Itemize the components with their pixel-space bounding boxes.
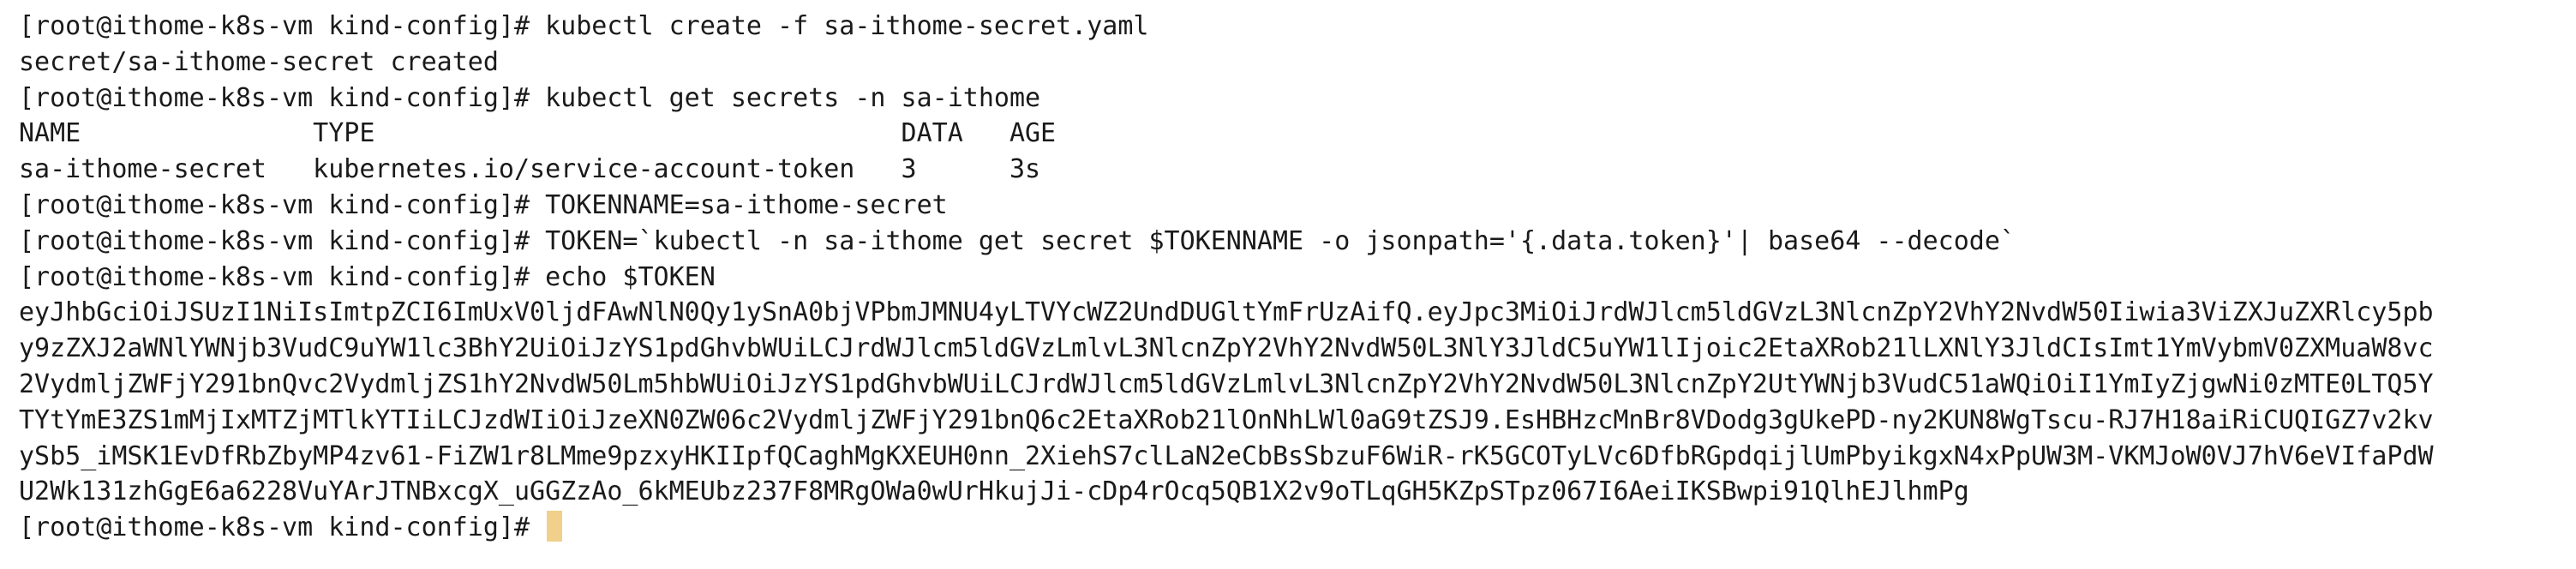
command-text: kubectl create -f sa-ithome-secret.yaml: [545, 11, 1149, 41]
token-output-line-2: y9zZXJ2aWNlYWNjb3VudC9uYW1lc3BhY2UiOiJzY…: [19, 331, 2576, 367]
command-text: echo $TOKEN: [545, 261, 716, 292]
shell-prompt: [root@ithome-k8s-vm kind-config]#: [19, 189, 546, 220]
command-line-tokenname: [root@ithome-k8s-vm kind-config]# TOKENN…: [19, 188, 2576, 224]
token-output-line-6: U2Wk131zhGgE6a6228VuYArJTNBxcgX_uGGZzAo_…: [19, 474, 2576, 510]
token-output-line-4: TYtYmE3ZS1mMjIxMTZjMTlkYTIiLCJzdWIiOiJze…: [19, 403, 2576, 439]
command-line-echo: [root@ithome-k8s-vm kind-config]# echo $…: [19, 260, 2576, 296]
shell-prompt: [root@ithome-k8s-vm kind-config]#: [19, 225, 546, 256]
token-text: ySb5_iMSK1EvDfRbZbyMP4zv61-FiZW1r8LMme9p…: [19, 440, 2434, 471]
command-line-create: [root@ithome-k8s-vm kind-config]# kubect…: [19, 9, 2576, 45]
table-row: sa-ithome-secret kubernetes.io/service-a…: [19, 152, 2576, 188]
command-text: TOKEN=`kubectl -n sa-ithome get secret $…: [545, 225, 2016, 256]
token-output-line-5: ySb5_iMSK1EvDfRbZbyMP4zv61-FiZW1r8LMme9p…: [19, 439, 2576, 475]
token-text: TYtYmE3ZS1mMjIxMTZjMTlkYTIiLCJzdWIiOiJze…: [19, 404, 2434, 435]
token-text: 2VydmljZWFjY291bnQvc2VydmljZS1hY2NvdW50L…: [19, 368, 2434, 399]
command-line-get-secrets: [root@ithome-k8s-vm kind-config]# kubect…: [19, 81, 2576, 117]
terminal-window[interactable]: [root@ithome-k8s-vm kind-config]# kubect…: [0, 0, 2576, 569]
token-text: U2Wk131zhGgE6a6228VuYArJTNBxcgX_uGGZzAo_…: [19, 476, 1969, 507]
table-header-row: NAME TYPE DATA AGE: [19, 116, 2576, 152]
token-output-line-3: 2VydmljZWFjY291bnQvc2VydmljZS1hY2NvdW50L…: [19, 367, 2576, 403]
shell-prompt: [root@ithome-k8s-vm kind-config]#: [19, 11, 546, 41]
table-row-text: sa-ithome-secret kubernetes.io/service-a…: [19, 154, 1041, 185]
token-output-line-1: eyJhbGciOiJSUzI1NiIsImtpZCI6ImUxV0ljdFAw…: [19, 295, 2576, 331]
table-header-text: NAME TYPE DATA AGE: [19, 118, 1057, 149]
output-line-created: secret/sa-ithome-secret created: [19, 45, 2576, 81]
shell-prompt: [root@ithome-k8s-vm kind-config]#: [19, 261, 546, 292]
token-text: y9zZXJ2aWNlYWNjb3VudC9uYW1lc3BhY2UiOiJzY…: [19, 333, 2434, 364]
token-text: eyJhbGciOiJSUzI1NiIsImtpZCI6ImUxV0ljdFAw…: [19, 297, 2434, 328]
shell-prompt: [root@ithome-k8s-vm kind-config]#: [19, 82, 546, 113]
command-line-token: [root@ithome-k8s-vm kind-config]# TOKEN=…: [19, 224, 2576, 260]
shell-prompt: [root@ithome-k8s-vm kind-config]#: [19, 512, 546, 543]
command-text: kubectl get secrets -n sa-ithome: [545, 82, 1041, 113]
active-prompt-line[interactable]: [root@ithome-k8s-vm kind-config]#: [19, 510, 2576, 546]
command-text: TOKENNAME=sa-ithome-secret: [545, 189, 948, 220]
text-cursor[interactable]: [547, 511, 563, 542]
output-text: secret/sa-ithome-secret created: [19, 46, 499, 77]
